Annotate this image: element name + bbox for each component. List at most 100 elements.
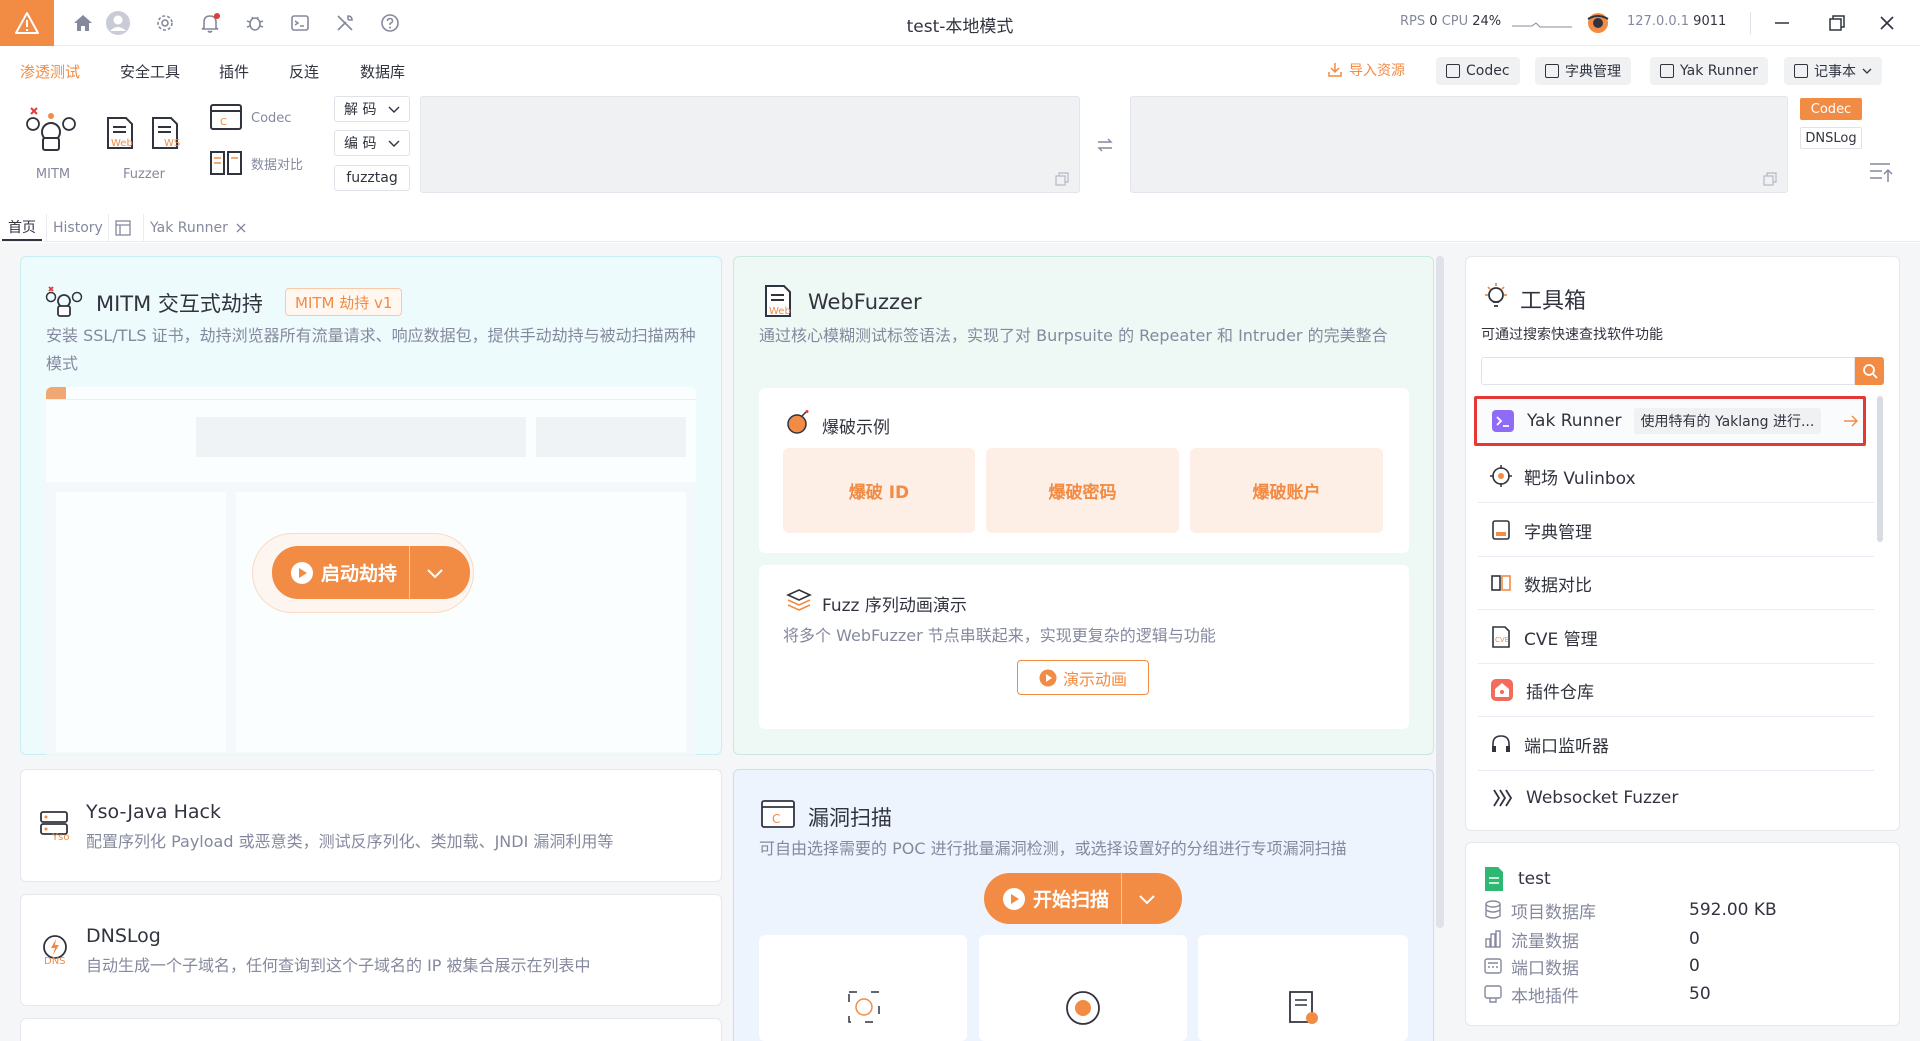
toolbox-subtitle: 可通过搜索快速查找软件功能: [1481, 327, 1663, 343]
dict-manage-button[interactable]: 字典管理: [1535, 57, 1631, 85]
dnslog-icon-text: DNS: [44, 956, 66, 967]
start-mitm-button[interactable]: 启动劫持: [272, 546, 470, 599]
blast-id-button[interactable]: 爆破 ID: [783, 448, 975, 533]
stat-label: 流量数据: [1511, 931, 1579, 952]
scan-window-icon: C: [761, 800, 795, 828]
chevron-down-icon[interactable]: [1136, 888, 1158, 910]
tab-yak-runner[interactable]: Yak Runner: [143, 214, 252, 241]
main-scrollbar[interactable]: [1436, 256, 1444, 928]
collapse-icon: [1870, 163, 1893, 182]
toolbox-search-input[interactable]: [1481, 357, 1855, 385]
notifications-button[interactable]: [195, 8, 225, 38]
fuzztag-button[interactable]: fuzztag: [334, 165, 410, 191]
toolbox-item-dict[interactable]: 字典管理: [1478, 504, 1874, 557]
engine-logo[interactable]: [1586, 11, 1610, 35]
scan-option-1[interactable]: [759, 935, 967, 1041]
minimize-button[interactable]: [1765, 8, 1799, 38]
dict-manage-label: 字典管理: [1565, 64, 1621, 80]
blast-password-button[interactable]: 爆破密码: [986, 448, 1179, 533]
vuln-scan-card-title: 漏洞扫描: [808, 806, 892, 830]
stat-value: 592.00 KB: [1689, 900, 1777, 920]
svg-text:CVE: CVE: [1495, 636, 1509, 644]
warning-button[interactable]: [0, 0, 54, 46]
toolbox-item-compare[interactable]: 数据对比: [1478, 557, 1874, 610]
side-dnslog-tab[interactable]: DNSLog: [1800, 127, 1862, 149]
toolbox-item-vulinbox[interactable]: 靶场 Vulinbox: [1478, 450, 1874, 503]
menu-plugins[interactable]: 插件: [219, 61, 249, 82]
menu-pentest[interactable]: 渗透测试: [20, 61, 80, 82]
copy-icon[interactable]: [1763, 172, 1777, 186]
toolbox-item-plugin-store[interactable]: 插件仓库: [1478, 664, 1874, 717]
scan-option-3[interactable]: [1198, 935, 1408, 1041]
menu-database[interactable]: 数据库: [360, 61, 405, 82]
copy-icon[interactable]: [1055, 172, 1069, 186]
play-icon: [291, 561, 313, 584]
toolbox-item-cve[interactable]: CVE CVE 管理: [1478, 611, 1874, 664]
tab-web-icon[interactable]: [108, 214, 137, 241]
toolbox-scrollbar[interactable]: [1877, 396, 1883, 542]
cpu-value: 24%: [1472, 14, 1502, 29]
collapse-ribbon-button[interactable]: [1868, 160, 1894, 184]
toolbox-item-name: 靶场 Vulinbox: [1524, 468, 1636, 489]
dictionary-icon: [1545, 64, 1559, 78]
arrow-right-icon: [1844, 415, 1858, 427]
import-label: 导入资源: [1349, 63, 1405, 79]
encode-select[interactable]: 编 码: [334, 130, 410, 156]
tab-home[interactable]: 首页: [2, 214, 42, 241]
toolbox-item-websocket-fuzzer[interactable]: Websocket Fuzzer: [1478, 771, 1874, 824]
help-button[interactable]: [375, 8, 405, 38]
terminal-icon: [291, 15, 309, 31]
preview-codec-area-2: [536, 417, 686, 457]
close-icon[interactable]: [236, 223, 246, 233]
import-icon: [1328, 63, 1342, 77]
home-button[interactable]: [68, 8, 98, 38]
codec-output-area[interactable]: [1130, 96, 1788, 193]
rps-value: 0: [1429, 14, 1438, 29]
fuzz-sequence-desc: 将多个 WebFuzzer 节点串联起来，实现更复杂的逻辑与功能: [783, 626, 1216, 645]
yso-card[interactable]: [20, 769, 722, 882]
tools-button[interactable]: [330, 8, 360, 38]
engine-address: 127.0.0.1 9011: [1627, 14, 1726, 29]
chevron-down-icon[interactable]: [424, 562, 446, 584]
swap-button[interactable]: [1096, 136, 1114, 154]
toolbox-search-button[interactable]: [1855, 357, 1884, 385]
codec-quick-button[interactable]: Codec: [1436, 57, 1520, 85]
chevron-down-icon: [388, 140, 400, 147]
toolbox-item-port-listener[interactable]: 端口监听器: [1478, 718, 1874, 771]
yso-card-icon: Yso: [40, 810, 70, 843]
chevron-down-icon: [1862, 68, 1872, 74]
yak-runner-quick-button[interactable]: Yak Runner: [1650, 57, 1768, 85]
toolbox-item-yak-runner[interactable]: Yak Runner 使用特有的 Yaklang 进行...: [1474, 396, 1866, 446]
start-scan-button[interactable]: 开始扫描: [984, 873, 1182, 924]
tab-history[interactable]: History: [46, 214, 109, 241]
codec-shortcut[interactable]: C Codec: [210, 104, 291, 132]
close-button[interactable]: [1870, 8, 1904, 38]
settings-button[interactable]: [150, 8, 180, 38]
ws-fuzzer-shortcut[interactable]: WS: [151, 116, 180, 150]
web-fuzzer-shortcut[interactable]: Web: [106, 116, 134, 150]
scan-option-2[interactable]: [979, 935, 1187, 1041]
restore-button[interactable]: [1820, 8, 1854, 38]
vuln-scan-card-icon: C: [761, 800, 795, 830]
compare-shortcut[interactable]: 数据对比: [210, 149, 303, 177]
project-header: test: [1484, 866, 1551, 892]
menu-security-tools[interactable]: 安全工具: [120, 61, 180, 82]
menu-reverse[interactable]: 反连: [289, 61, 319, 82]
dnslog-card[interactable]: [20, 894, 722, 1006]
stat-label: 端口数据: [1511, 958, 1579, 979]
mitm-shortcut[interactable]: MITM: [22, 102, 84, 182]
import-resources-button[interactable]: 导入资源: [1327, 60, 1405, 80]
terminal-button[interactable]: [285, 8, 315, 38]
toolbox-item-name: 数据对比: [1524, 575, 1592, 596]
user-avatar-button[interactable]: [103, 8, 133, 38]
codec-input-area[interactable]: [420, 96, 1080, 193]
decode-select[interactable]: 解 码: [334, 96, 410, 122]
start-scan-label: 开始扫描: [1033, 889, 1110, 911]
side-codec-tab[interactable]: Codec: [1800, 98, 1862, 120]
port-icon: [1484, 958, 1502, 974]
demo-animation-button[interactable]: 演示动画: [1017, 660, 1149, 695]
web-icon-text: Web: [111, 138, 133, 149]
blast-account-button[interactable]: 爆破账户: [1190, 448, 1383, 533]
debug-button[interactable]: [240, 8, 270, 38]
notepad-button[interactable]: 记事本: [1784, 57, 1882, 85]
